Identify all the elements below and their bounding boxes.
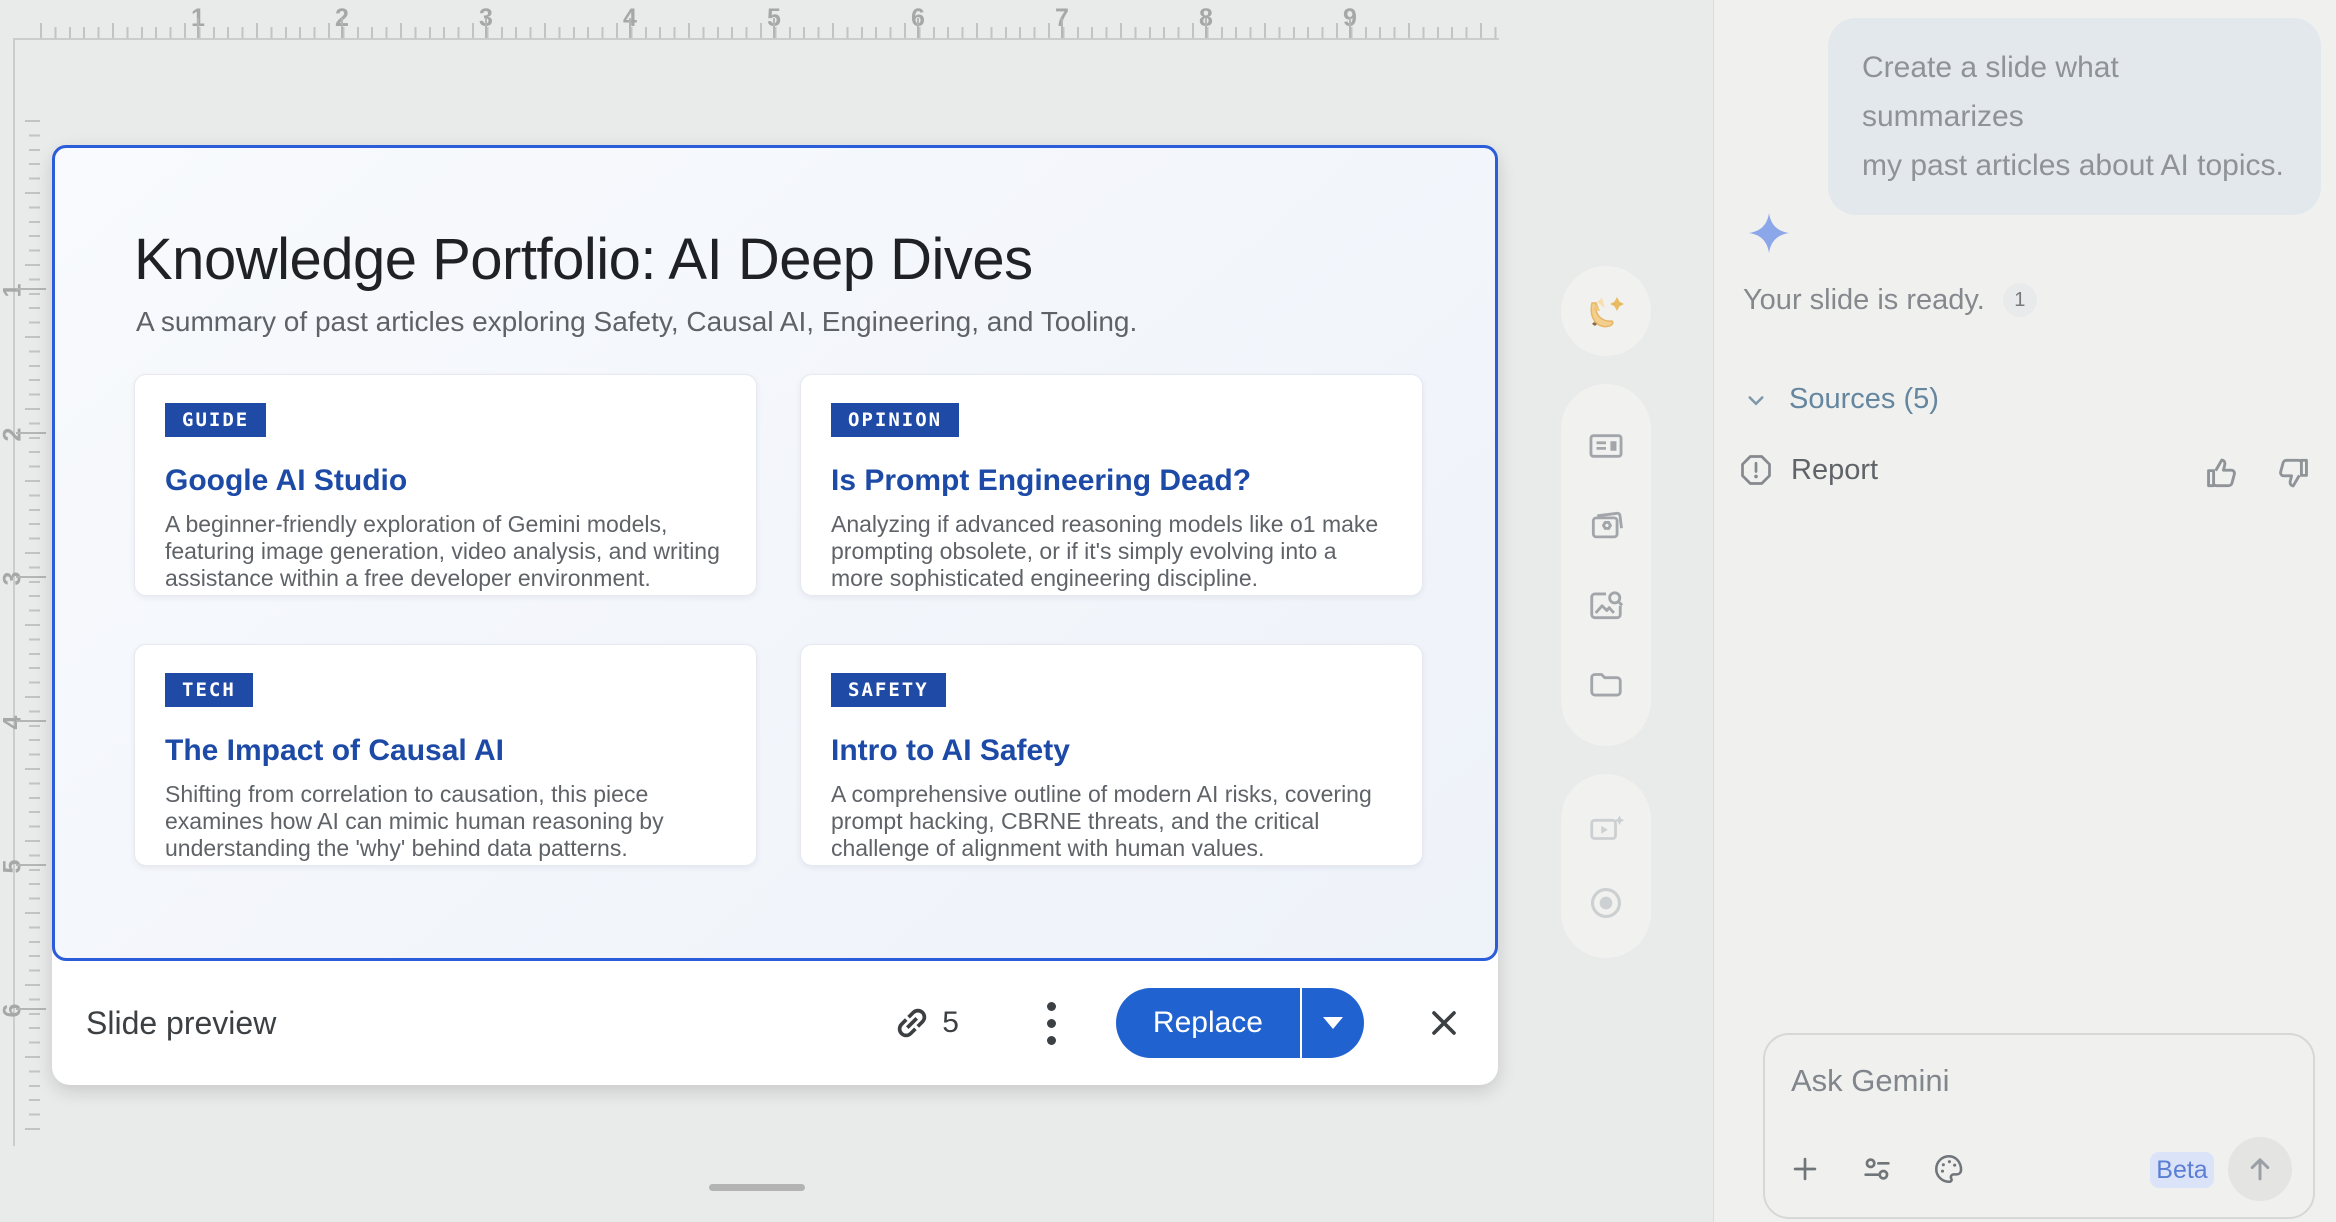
sources-link-button[interactable]: 5	[892, 1003, 959, 1043]
tune-settings-icon[interactable]	[1860, 1152, 1894, 1186]
category-badge: TECH	[165, 673, 253, 707]
close-preview-button[interactable]	[1424, 1003, 1464, 1043]
gemini-sparkle-icon	[1749, 213, 1789, 253]
slide-title: Knowledge Portfolio: AI Deep Dives	[134, 226, 1033, 293]
report-alert-icon	[1738, 452, 1774, 488]
toolbar-group-media	[1561, 774, 1651, 958]
slide-subtitle: A summary of past articles exploring Saf…	[136, 306, 1137, 338]
article-card: SAFETY Intro to AI Safety A comprehensiv…	[800, 644, 1423, 866]
chevron-down-icon	[1323, 1017, 1343, 1029]
user-message-line: Create a slide what summarizes	[1862, 43, 2287, 141]
assistant-status-text: Your slide is ready.	[1743, 284, 1985, 317]
replace-split-button: Replace	[1116, 988, 1364, 1058]
category-badge: OPINION	[831, 403, 959, 437]
chevron-down-icon	[1741, 385, 1771, 415]
toolbar-group-insert	[1561, 384, 1651, 746]
add-attachment-icon[interactable]	[1788, 1152, 1822, 1186]
thumbs-down-button[interactable]	[2274, 454, 2312, 492]
article-title: Intro to AI Safety	[831, 734, 1392, 768]
user-message-line: my past articles about AI topics.	[1862, 141, 2287, 190]
replace-button[interactable]: Replace	[1116, 988, 1300, 1058]
article-title: The Impact of Causal AI	[165, 734, 726, 768]
category-badge: GUIDE	[165, 403, 266, 437]
slides-canvas: 123456789 123456 Knowledge Portfolio: AI…	[0, 0, 1713, 1222]
record-icon[interactable]	[1584, 881, 1628, 925]
article-card: GUIDE Google AI Studio A beginner-friend…	[134, 374, 757, 596]
beta-badge: Beta	[2150, 1152, 2214, 1188]
citation-badge[interactable]: 1	[2003, 283, 2037, 317]
ask-gemini-placeholder: Ask Gemini	[1791, 1063, 1949, 1099]
article-summary: Shifting from correlation to causation, …	[165, 781, 726, 862]
article-title: Google AI Studio	[165, 464, 726, 498]
sources-toggle[interactable]: Sources (5)	[1741, 383, 1939, 416]
link-icon	[892, 1003, 932, 1043]
banana-image-gen-icon[interactable]	[1584, 289, 1628, 333]
toolbar-group-generate	[1561, 266, 1651, 356]
layout-card-icon[interactable]	[1584, 424, 1628, 468]
replace-dropdown-button[interactable]	[1302, 988, 1364, 1058]
photo-stack-camera-icon[interactable]	[1584, 503, 1628, 547]
thumbs-up-button[interactable]	[2203, 454, 2241, 492]
article-card: TECH The Impact of Causal AI Shifting fr…	[134, 644, 757, 866]
ask-gemini-input[interactable]: Ask Gemini	[1763, 1033, 2315, 1219]
preview-bar-title: Slide preview	[86, 1005, 276, 1042]
folder-icon[interactable]	[1584, 662, 1628, 706]
image-search-icon[interactable]	[1584, 583, 1628, 627]
assistant-status-row: Your slide is ready. 1	[1743, 283, 2037, 317]
user-message-bubble: Create a slide what summarizes my past a…	[1828, 18, 2321, 215]
article-title: Is Prompt Engineering Dead?	[831, 464, 1392, 498]
more-options-button[interactable]	[1043, 998, 1060, 1049]
article-card: OPINION Is Prompt Engineering Dead? Anal…	[800, 374, 1423, 596]
category-badge: SAFETY	[831, 673, 946, 707]
report-label: Report	[1791, 454, 1878, 487]
report-row[interactable]: Report	[1738, 452, 1878, 488]
article-summary: A beginner-friendly exploration of Gemin…	[165, 511, 726, 592]
video-generate-icon[interactable]	[1584, 807, 1628, 851]
canvas-scrollbar-handle[interactable]	[709, 1184, 805, 1191]
article-summary: Analyzing if advanced reasoning models l…	[831, 511, 1392, 592]
send-button[interactable]	[2228, 1137, 2292, 1201]
article-summary: A comprehensive outline of modern AI ris…	[831, 781, 1392, 862]
sources-label: Sources (5)	[1789, 383, 1939, 416]
slide-thumbnail[interactable]: Knowledge Portfolio: AI Deep Dives A sum…	[52, 145, 1498, 961]
ruler-horizontal-line	[13, 38, 1499, 40]
link-count: 5	[942, 1006, 959, 1040]
preview-action-bar: Slide preview 5 Replace	[52, 961, 1498, 1085]
article-cards-grid: GUIDE Google AI Studio A beginner-friend…	[134, 374, 1423, 866]
slide-preview-card: Knowledge Portfolio: AI Deep Dives A sum…	[52, 145, 1498, 1085]
palette-icon[interactable]	[1932, 1152, 1966, 1186]
gemini-side-panel: Create a slide what summarizes my past a…	[1713, 0, 2336, 1222]
